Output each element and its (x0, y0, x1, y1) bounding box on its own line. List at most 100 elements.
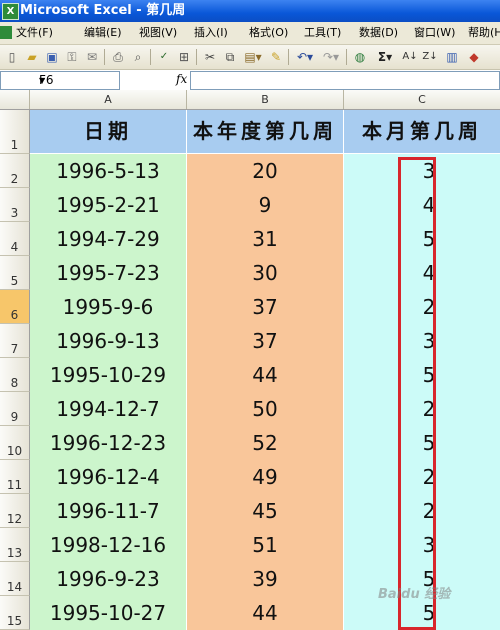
fx-icon[interactable]: fx (176, 72, 187, 86)
menu-file[interactable]: 文件(F) (16, 22, 53, 44)
standard-toolbar: ▯ ▰ ▣ ⚿ ✉ ⎙ ⌕ ✓ ⊞ ✂ ⧉ ▤▾ ✎ ↶▾ ↷▾ ◍ Σ▾ A↓… (0, 45, 500, 70)
copy-icon[interactable]: ⧉ (222, 49, 238, 65)
row-header[interactable]: 4 (0, 222, 30, 256)
cell-year-week[interactable]: 52 (187, 426, 343, 460)
spelling-icon[interactable]: ✓ (156, 49, 172, 65)
menu-help[interactable]: 帮助(H) (468, 22, 500, 44)
column-header-b[interactable]: B (187, 90, 344, 109)
row-header[interactable]: 9 (0, 392, 30, 426)
autosum-icon[interactable]: Σ▾ (372, 49, 398, 65)
redo-icon[interactable]: ↷▾ (320, 49, 342, 65)
row-header[interactable]: 13 (0, 528, 30, 562)
cell-year-week[interactable]: 51 (187, 528, 343, 562)
header-cell-year-week[interactable]: 本年度第几周 (187, 110, 343, 153)
cell-date[interactable]: 1996-12-4 (30, 460, 186, 494)
column-header-a[interactable]: A (30, 90, 187, 109)
row-header[interactable]: 10 (0, 426, 30, 460)
cell-year-week[interactable]: 50 (187, 392, 343, 426)
chevron-down-icon[interactable]: ▼ (39, 72, 117, 89)
cell-date[interactable]: 1995-2-21 (30, 188, 186, 222)
cell-year-week[interactable]: 44 (187, 358, 343, 392)
row-number: 10 (6, 444, 23, 458)
print-preview-icon[interactable]: ⌕ (130, 49, 146, 65)
menu-format[interactable]: 格式(O) (249, 22, 288, 44)
row-header[interactable]: 3 (0, 188, 30, 222)
row-header[interactable]: 7 (0, 324, 30, 358)
cell-year-week[interactable]: 45 (187, 494, 343, 528)
hyperlink-icon[interactable]: ◍ (352, 49, 368, 65)
chart-icon[interactable]: ▥ (444, 49, 460, 65)
menu-view[interactable]: 视图(V) (139, 22, 177, 44)
row-header[interactable]: 11 (0, 460, 30, 494)
menu-insert[interactable]: 插入(I) (194, 22, 228, 44)
cell-year-week[interactable]: 39 (187, 562, 343, 596)
format-painter-icon[interactable]: ✎ (268, 49, 284, 65)
sort-ascending-icon[interactable]: A↓ (402, 49, 418, 65)
sort-descending-icon[interactable]: Z↓ (422, 49, 438, 65)
menu-edit[interactable]: 编辑(E) (84, 22, 122, 44)
row-number: 8 (10, 376, 19, 390)
row-header[interactable]: 1 (0, 110, 30, 154)
email-icon[interactable]: ✉ (84, 49, 100, 65)
title-bar: X Microsoft Excel - 第几周 (0, 0, 500, 22)
cell-year-week[interactable]: 31 (187, 222, 343, 256)
research-icon[interactable]: ⊞ (176, 49, 192, 65)
row-header[interactable]: 15 (0, 596, 30, 630)
cut-icon[interactable]: ✂ (202, 49, 218, 65)
menu-bar: 文件(F) 编辑(E) 视图(V) 插入(I) 格式(O) 工具(T) 数据(D… (0, 22, 500, 45)
save-icon[interactable]: ▣ (44, 49, 60, 65)
row-header[interactable]: 12 (0, 494, 30, 528)
cell-date[interactable]: 1995-9-6 (30, 290, 186, 324)
name-box[interactable]: F6 ▼ (0, 71, 120, 90)
cell-date[interactable]: 1994-12-7 (30, 392, 186, 426)
cell-year-week[interactable]: 20 (187, 154, 343, 188)
row-number: 15 (6, 614, 23, 628)
excel-app-icon: X (2, 3, 19, 20)
row-header[interactable]: 5 (0, 256, 30, 290)
row-number: 11 (6, 478, 23, 492)
cell-year-week[interactable]: 9 (187, 188, 343, 222)
cell-date[interactable]: 1995-10-27 (30, 596, 186, 630)
header-cell-date[interactable]: 日期 (30, 110, 186, 153)
row-number: 14 (6, 580, 23, 594)
watermark-logo: Baidu 经验 (378, 587, 451, 602)
cell-date[interactable]: 1996-9-23 (30, 562, 186, 596)
toolbar-separator (150, 49, 151, 65)
cell-date[interactable]: 1998-12-16 (30, 528, 186, 562)
cell-year-week[interactable]: 44 (187, 596, 343, 630)
cell-date[interactable]: 1995-10-29 (30, 358, 186, 392)
menu-data[interactable]: 数据(D) (359, 22, 398, 44)
window-title: Microsoft Excel - 第几周 (20, 3, 186, 18)
menu-tools[interactable]: 工具(T) (304, 22, 341, 44)
drawing-icon[interactable]: ◆ (466, 49, 482, 65)
header-cell-month-week[interactable]: 本月第几周 (344, 110, 500, 153)
row-number: 1 (10, 138, 19, 152)
menu-window[interactable]: 窗口(W) (414, 22, 455, 44)
new-icon[interactable]: ▯ (4, 49, 20, 65)
cell-year-week[interactable]: 37 (187, 324, 343, 358)
row-header[interactable]: 2 (0, 154, 30, 188)
toolbar-separator (196, 49, 197, 65)
permission-icon[interactable]: ⚿ (64, 49, 80, 65)
undo-icon[interactable]: ↶▾ (294, 49, 316, 65)
cell-date[interactable]: 1996-12-23 (30, 426, 186, 460)
cell-date[interactable]: 1994-7-29 (30, 222, 186, 256)
select-all-corner[interactable] (0, 90, 30, 109)
row-number: 13 (6, 546, 23, 560)
cell-date[interactable]: 1996-11-7 (30, 494, 186, 528)
open-icon[interactable]: ▰ (24, 49, 40, 65)
print-icon[interactable]: ⎙ (110, 49, 126, 65)
cell-date[interactable]: 1996-5-13 (30, 154, 186, 188)
cell-year-week[interactable]: 49 (187, 460, 343, 494)
paste-icon[interactable]: ▤▾ (242, 49, 264, 65)
cell-year-week[interactable]: 30 (187, 256, 343, 290)
row-header[interactable]: 8 (0, 358, 30, 392)
column-header-c[interactable]: C (344, 90, 500, 109)
row-header[interactable]: 6 (0, 290, 30, 324)
cell-date[interactable]: 1996-9-13 (30, 324, 186, 358)
cell-year-week[interactable]: 37 (187, 290, 343, 324)
column-headers: A B C (0, 90, 500, 110)
row-header[interactable]: 14 (0, 562, 30, 596)
cell-date[interactable]: 1995-7-23 (30, 256, 186, 290)
formula-input[interactable] (190, 71, 500, 90)
